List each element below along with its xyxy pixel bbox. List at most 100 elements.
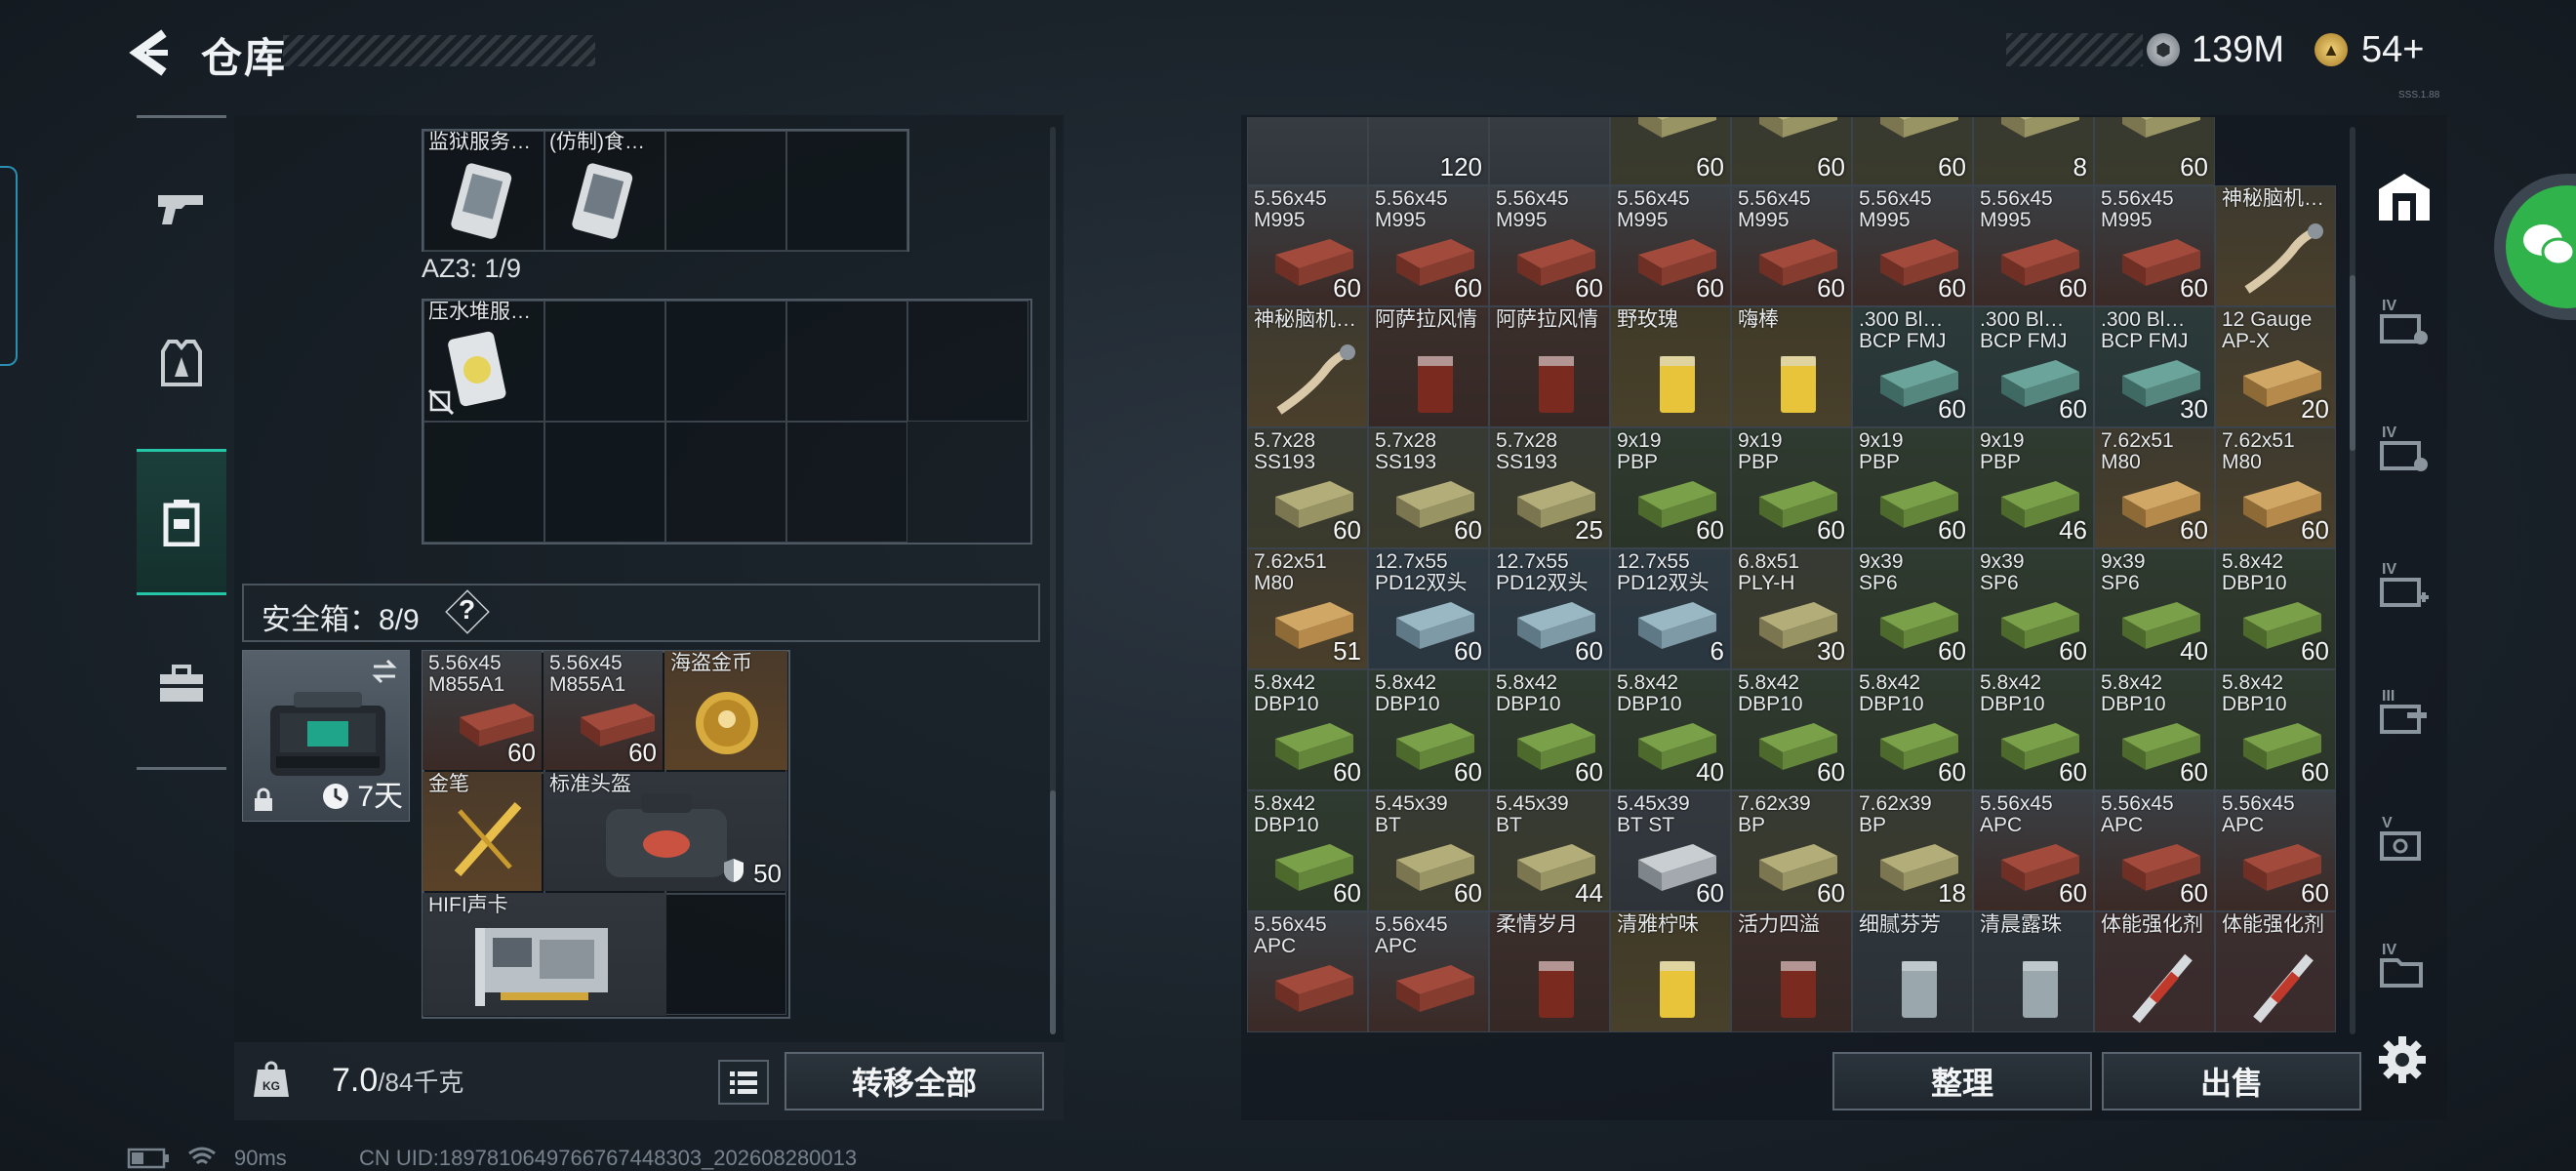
stash-item[interactable]: 5.56x45 M995 60 <box>1247 185 1368 306</box>
tab-stash-home[interactable] <box>2367 158 2441 236</box>
stash-item[interactable]: 9x19 PBP 60 <box>1731 427 1852 548</box>
stash-item[interactable]: 9x39 SP6 40 <box>2094 548 2215 669</box>
sort-button[interactable]: 整理 <box>1832 1052 2092 1110</box>
tab-backpack[interactable] <box>137 449 226 595</box>
stash-item[interactable]: 5.56x45 M995 60 <box>1731 185 1852 306</box>
tab-case[interactable] <box>137 630 226 738</box>
stash-item[interactable]: 5.56x45 APC <box>1247 911 1368 1032</box>
right-scrollbar[interactable] <box>2350 275 2355 451</box>
tab-stash-iv-1[interactable]: IV <box>2367 283 2441 361</box>
stash-item[interactable] <box>1489 117 1610 185</box>
list-view-button[interactable] <box>718 1060 769 1105</box>
stash-item[interactable]: 120 <box>1368 117 1489 185</box>
stash-item[interactable]: 5.56x45 APC <box>1368 911 1489 1032</box>
stash-item[interactable]: 7.62x39 BP 18 <box>1852 790 1973 911</box>
stash-item[interactable]: 5.45x39 BT ST 60 <box>1610 790 1731 911</box>
stash-item[interactable]: 9x19 PBP 60 <box>1610 427 1731 548</box>
stash-item[interactable]: 神秘脑机… <box>2215 185 2336 306</box>
stash-item[interactable] <box>1247 117 1368 185</box>
sell-button[interactable]: 出售 <box>2102 1052 2361 1110</box>
stash-item[interactable]: 5.56x45 M995 60 <box>1489 185 1610 306</box>
stash-item[interactable]: 9x19 PBP 60 <box>1852 427 1973 548</box>
stash-item[interactable]: 5.45x39 BT 44 <box>1489 790 1610 911</box>
tab-stash-iv-3[interactable]: IV <box>2367 546 2441 625</box>
stash-item[interactable]: 7.62x51 M80 51 <box>1247 548 1368 669</box>
stash-item[interactable]: 5.8x42 DBP10 60 <box>1368 669 1489 790</box>
stash-item[interactable]: 5.7x28 SS193 60 <box>1368 427 1489 548</box>
stash-item[interactable]: .300 Bl… BCP FMJ 60 <box>1852 306 1973 427</box>
stash-item[interactable]: 7.62x51 M80 60 <box>2215 427 2336 548</box>
stash-item[interactable]: 5.56x45 APC 60 <box>2094 790 2215 911</box>
tab-armor[interactable] <box>137 310 226 418</box>
inventory-item[interactable]: 监狱服务… <box>423 130 542 249</box>
chat-float-button[interactable] <box>2494 174 2576 320</box>
stash-item[interactable]: 5.56x45 M995 60 <box>1610 185 1731 306</box>
transfer-all-button[interactable]: 转移全部 <box>785 1052 1044 1110</box>
safebox-slot[interactable]: 7天 <box>242 650 410 822</box>
stash-item[interactable]: 5.7x28 SS193 25 <box>1489 427 1610 548</box>
right-scroll-track[interactable] <box>2350 127 2355 1034</box>
stash-item[interactable]: 5.56x45 M995 60 <box>1368 185 1489 306</box>
currency-gold-value[interactable]: 54+ <box>2361 29 2424 71</box>
stash-item[interactable]: 12.7x55 PD12双头 60 <box>1489 548 1610 669</box>
stash-item[interactable]: 5.45x39 BT 60 <box>1368 790 1489 911</box>
stash-item[interactable]: 7.62x51 M80 60 <box>2094 427 2215 548</box>
stash-item[interactable]: 5.8x42 DBP10 60 <box>1247 669 1368 790</box>
stash-item[interactable]: 野玫瑰 <box>1610 306 1731 427</box>
stash-item[interactable]: 5.8x42 DBP10 60 <box>2094 669 2215 790</box>
tab-weapons[interactable] <box>137 154 226 262</box>
stash-item[interactable]: 5.8x42 DBP10 60 <box>1973 669 2094 790</box>
stash-item[interactable]: 活力四溢 <box>1731 911 1852 1032</box>
left-scrollbar[interactable] <box>1050 790 1056 1034</box>
stash-item[interactable]: 嗨棒 <box>1731 306 1852 427</box>
stash-item[interactable]: 体能强化剂 <box>2215 911 2336 1032</box>
stash-item[interactable]: 12 Gauge AP-X 20 <box>2215 306 2336 427</box>
back-arrow-icon[interactable] <box>125 27 174 78</box>
tab-stash-iv-4[interactable]: IV <box>2367 927 2441 1005</box>
inventory-item[interactable]: (仿制)食… <box>543 130 663 249</box>
stash-item[interactable]: 神秘脑机… <box>1247 306 1368 427</box>
stash-item[interactable]: .300 Bl… BCP FMJ 60 <box>1973 306 2094 427</box>
stash-item[interactable]: 5.56x45 APC 60 <box>2215 790 2336 911</box>
inventory-item[interactable]: 海盗金币 <box>664 651 787 770</box>
inventory-item[interactable]: 5.56x45 M855A1 60 <box>423 651 542 770</box>
stash-item[interactable]: 9x39 SP6 60 <box>1973 548 2094 669</box>
stash-item[interactable]: 体能强化剂 <box>2094 911 2215 1032</box>
stash-item[interactable]: 5.8x42 DBP10 60 <box>1247 790 1368 911</box>
stash-item[interactable]: 12.7x55 PD12双头 6 <box>1610 548 1731 669</box>
inventory-item[interactable]: 标准头盔 50 <box>543 772 787 891</box>
stash-item[interactable]: 6.8x51 PLY-H 30 <box>1731 548 1852 669</box>
inventory-item[interactable]: 金笔 <box>423 772 542 891</box>
stash-item[interactable]: 清雅柠味 <box>1610 911 1731 1032</box>
stash-item[interactable]: 5.8x42 DBP10 60 <box>1731 669 1852 790</box>
stash-item[interactable]: 柔情岁月 <box>1489 911 1610 1032</box>
stash-item[interactable]: 5.8x42 DBP10 60 <box>1489 669 1610 790</box>
stash-item[interactable]: 阿萨拉风情 <box>1489 306 1610 427</box>
tab-stash-iii[interactable]: III <box>2367 673 2441 751</box>
stash-item[interactable]: 5.8x42 DBP10 60 <box>2215 548 2336 669</box>
stash-item[interactable]: 5.8x42 DBP10 40 <box>1610 669 1731 790</box>
swap-icon[interactable] <box>370 659 399 684</box>
stash-item[interactable]: 5.56x45 APC 60 <box>1973 790 2094 911</box>
stash-item[interactable]: 5.56x45 M995 60 <box>1852 185 1973 306</box>
stash-item[interactable]: .300 Bl… BCP FMJ 30 <box>2094 306 2215 427</box>
inventory-item[interactable]: 压水堆服… <box>423 300 542 419</box>
help-icon-glyph[interactable]: ? <box>459 594 475 626</box>
stash-item[interactable]: 7.62x39 BP 60 <box>1731 790 1852 911</box>
inventory-item[interactable]: 5.56x45 M855A1 60 <box>543 651 663 770</box>
stash-item[interactable]: 5.8x42 DBP10 60 <box>2215 669 2336 790</box>
stash-item[interactable]: 5.8x42 DBP10 60 <box>1852 669 1973 790</box>
stash-item[interactable]: 清晨露珠 <box>1973 911 2094 1032</box>
stash-item[interactable]: 8 <box>1973 117 2094 185</box>
stash-item[interactable]: 60 <box>1852 117 1973 185</box>
tab-stash-v[interactable]: V <box>2367 800 2441 878</box>
stash-item[interactable]: 阿萨拉风情 <box>1368 306 1489 427</box>
settings-gear-icon[interactable] <box>2377 1034 2428 1085</box>
tab-stash-iv-2[interactable]: IV <box>2367 410 2441 488</box>
stash-item[interactable]: 9x39 SP6 60 <box>1852 548 1973 669</box>
stash-item[interactable]: 60 <box>2094 117 2215 185</box>
stash-item[interactable]: 60 <box>1731 117 1852 185</box>
stash-item[interactable]: 细腻芬芳 <box>1852 911 1973 1032</box>
inventory-item[interactable]: HIFI声卡 <box>423 893 666 1016</box>
stash-item[interactable]: 5.56x45 M995 60 <box>2094 185 2215 306</box>
